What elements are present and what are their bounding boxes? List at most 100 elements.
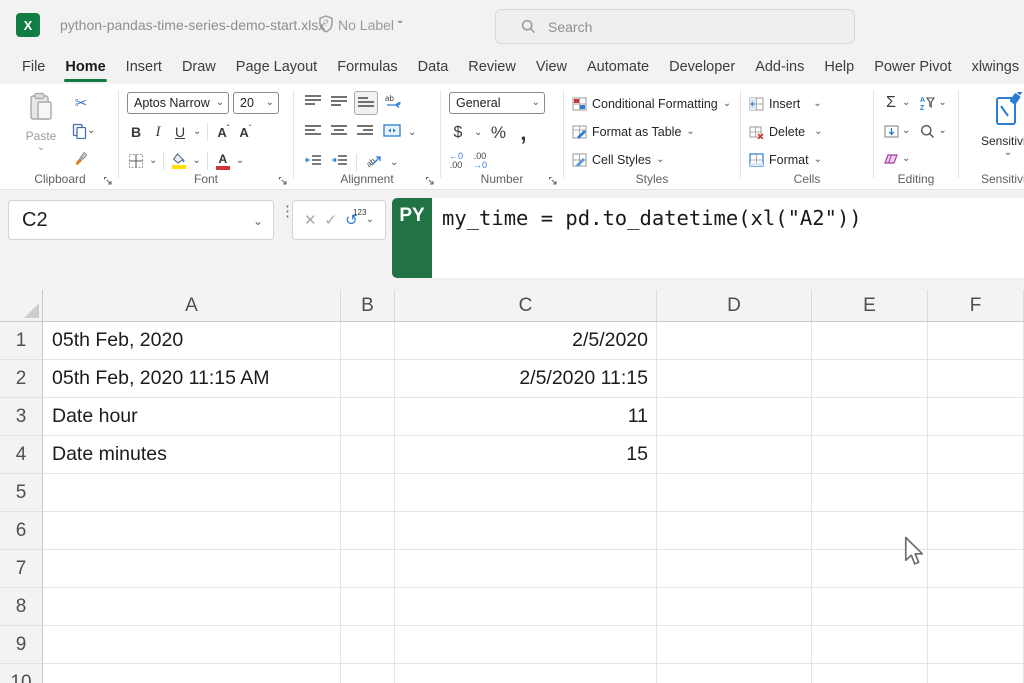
cell-D8[interactable] <box>657 588 812 626</box>
delete-cells-button[interactable]: Delete ⌄ <box>743 118 871 146</box>
cancel-icon[interactable]: ✕ <box>304 211 317 229</box>
cell-A6[interactable] <box>43 512 341 550</box>
excel-logo-icon[interactable]: X <box>16 13 40 37</box>
cell-A10[interactable] <box>43 664 341 683</box>
number-format-select[interactable]: General⌄ <box>449 92 545 114</box>
wrap-text-button[interactable]: ab <box>382 92 405 115</box>
font-color-chevron-icon[interactable]: ⌄ <box>236 156 244 166</box>
cell-D7[interactable] <box>657 550 812 588</box>
tab-power-pivot[interactable]: Power Pivot <box>864 52 961 84</box>
clipboard-dialog-launcher-icon[interactable] <box>103 176 113 186</box>
tab-data[interactable]: Data <box>408 52 459 84</box>
name-box-chevron-icon[interactable]: ⌄ <box>253 215 263 227</box>
cell-B2[interactable] <box>341 360 395 398</box>
decrease-decimal-button[interactable]: .00→0 <box>473 152 487 170</box>
cell-A9[interactable] <box>43 626 341 664</box>
cell-F9[interactable] <box>928 626 1024 664</box>
cell-A3[interactable]: Date hour <box>43 398 341 436</box>
cell-A2[interactable]: 05th Feb, 2020 11:15 AM <box>43 360 341 398</box>
align-bottom-button[interactable] <box>354 91 378 115</box>
cell-E5[interactable] <box>812 474 928 512</box>
row-header-9[interactable]: 9 <box>0 626 43 664</box>
cell-D2[interactable] <box>657 360 812 398</box>
cell-B1[interactable] <box>341 322 395 360</box>
format-painter-button[interactable] <box>72 148 90 170</box>
cell-C5[interactable] <box>395 474 657 512</box>
formula-options-chevron-icon[interactable]: ⌄ <box>366 215 374 225</box>
tab-draw[interactable]: Draw <box>172 52 226 84</box>
align-right-button[interactable] <box>354 122 376 144</box>
percent-format-button[interactable]: % <box>489 122 507 144</box>
borders-chevron-icon[interactable]: ⌄ <box>149 156 157 166</box>
cell-E1[interactable] <box>812 322 928 360</box>
cell-D5[interactable] <box>657 474 812 512</box>
tab-automate[interactable]: Automate <box>577 52 659 84</box>
cell-C8[interactable] <box>395 588 657 626</box>
formula-text[interactable]: my_time = pd.to_datetime(xl("A2")) <box>442 206 862 230</box>
cell-F2[interactable] <box>928 360 1024 398</box>
cell-F6[interactable] <box>928 512 1024 550</box>
tab-page-layout[interactable]: Page Layout <box>226 52 327 84</box>
italic-button[interactable]: I <box>149 121 167 143</box>
paste-chevron-icon[interactable]: ⌄ <box>18 143 64 153</box>
column-header-B[interactable]: B <box>341 290 395 322</box>
format-as-table-button[interactable]: Format as Table ⌄ <box>566 118 738 146</box>
fill-color-chevron-icon[interactable]: ⌄ <box>192 156 200 166</box>
cell-B9[interactable] <box>341 626 395 664</box>
fill-chevron-icon[interactable]: ⌄ <box>902 126 910 136</box>
tab-insert[interactable]: Insert <box>116 52 172 84</box>
tab-view[interactable]: View <box>526 52 577 84</box>
increase-decimal-button[interactable]: ←0.00 <box>449 152 463 170</box>
search-input[interactable]: Search <box>495 9 855 44</box>
tab-developer[interactable]: Developer <box>659 52 745 84</box>
row-header-7[interactable]: 7 <box>0 550 43 588</box>
cell-B8[interactable] <box>341 588 395 626</box>
row-header-8[interactable]: 8 <box>0 588 43 626</box>
underline-button[interactable]: U <box>171 121 189 143</box>
insert-cells-button[interactable]: Insert ⌄ <box>743 90 871 118</box>
autosum-chevron-icon[interactable]: ⌄ <box>902 98 910 108</box>
sensitivity-button[interactable]: Sensitivity ⌄ <box>961 90 1024 158</box>
clear-button[interactable] <box>882 148 900 170</box>
cell-C3[interactable]: 11 <box>395 398 657 436</box>
align-top-button[interactable] <box>302 92 324 114</box>
cell-D3[interactable] <box>657 398 812 436</box>
currency-chevron-icon[interactable]: ⌄ <box>474 128 482 138</box>
orientation-chevron-icon[interactable]: ⌄ <box>390 158 398 168</box>
decrease-font-size-button[interactable]: Aˇ <box>236 121 254 143</box>
clear-chevron-icon[interactable]: ⌄ <box>902 154 910 164</box>
copy-button[interactable]: ⌄ <box>72 120 95 142</box>
comma-format-button[interactable]: , <box>514 122 532 144</box>
number-dialog-launcher-icon[interactable] <box>548 176 558 186</box>
cell-A8[interactable] <box>43 588 341 626</box>
align-middle-button[interactable] <box>328 92 350 114</box>
cell-E4[interactable] <box>812 436 928 474</box>
merge-center-button[interactable] <box>380 122 404 144</box>
tab-formulas[interactable]: Formulas <box>327 52 407 84</box>
sensitivity-label-chevron-icon[interactable]: ⌄ <box>396 16 404 26</box>
font-size-select[interactable]: 20⌄ <box>233 92 279 114</box>
cell-C7[interactable] <box>395 550 657 588</box>
tab-add-ins[interactable]: Add-ins <box>745 52 814 84</box>
cell-A7[interactable] <box>43 550 341 588</box>
select-all-button[interactable] <box>0 290 43 322</box>
align-center-button[interactable] <box>328 122 350 144</box>
tab-home[interactable]: Home <box>55 52 115 84</box>
cell-D1[interactable] <box>657 322 812 360</box>
format-cells-button[interactable]: Format ⌄ <box>743 146 871 174</box>
cell-F4[interactable] <box>928 436 1024 474</box>
cell-F7[interactable] <box>928 550 1024 588</box>
bold-button[interactable]: B <box>127 121 145 143</box>
font-dialog-launcher-icon[interactable] <box>278 176 288 186</box>
column-header-A[interactable]: A <box>43 290 341 322</box>
cell-E10[interactable] <box>812 664 928 683</box>
currency-format-button[interactable]: $ <box>449 122 467 144</box>
conditional-formatting-button[interactable]: Conditional Formatting ⌄ <box>566 90 738 118</box>
decrease-indent-button[interactable] <box>302 152 324 174</box>
row-header-5[interactable]: 5 <box>0 474 43 512</box>
cell-F5[interactable] <box>928 474 1024 512</box>
cell-B10[interactable] <box>341 664 395 683</box>
find-select-button[interactable] <box>918 120 936 142</box>
cell-C1[interactable]: 2/5/2020 <box>395 322 657 360</box>
cell-B7[interactable] <box>341 550 395 588</box>
